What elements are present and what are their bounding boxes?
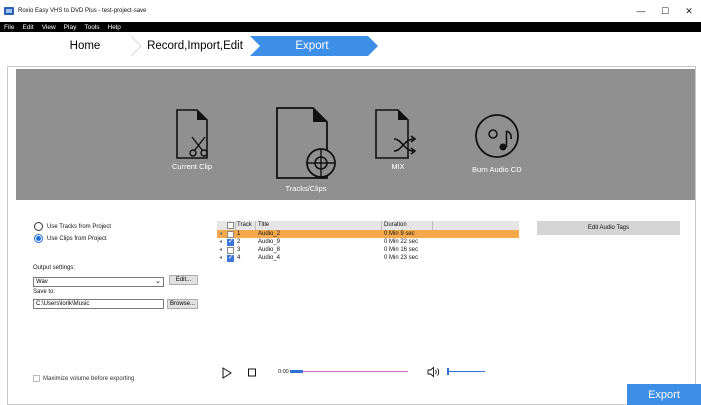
table-header: Track Title Duration bbox=[217, 221, 519, 230]
stop-icon[interactable] bbox=[247, 367, 257, 379]
save-path-input[interactable]: C:\Users\lorik\Music bbox=[33, 299, 164, 309]
row-title: Audio_4 bbox=[258, 255, 281, 261]
use-tracks-radio[interactable] bbox=[34, 222, 43, 231]
seek-bar[interactable] bbox=[290, 371, 408, 372]
tracks-clips-option[interactable]: Tracks/Clips bbox=[275, 107, 337, 193]
table-row[interactable]: ◂ 4 Audio_4 0 Min 23 sec bbox=[217, 254, 519, 262]
minimize-button[interactable]: — bbox=[629, 0, 653, 22]
breadcrumb-home[interactable]: Home bbox=[30, 36, 140, 56]
shuffle-file-icon bbox=[375, 109, 417, 159]
output-format-value: Wav bbox=[36, 279, 48, 285]
export-button[interactable]: Export bbox=[627, 384, 701, 405]
use-tracks-radio-row[interactable]: Use Tracks from Project bbox=[34, 222, 111, 231]
use-clips-radio[interactable] bbox=[34, 234, 43, 243]
breadcrumb-record-import-edit[interactable]: Record,Import,Edit bbox=[140, 36, 250, 56]
column-divider bbox=[235, 221, 236, 230]
current-clip-label: Current Clip bbox=[171, 162, 212, 171]
row-duration: 0 Min 16 sec bbox=[384, 247, 419, 253]
burn-audio-cd-option[interactable]: Burn Audio CD bbox=[472, 113, 522, 174]
menu-file[interactable]: File bbox=[4, 24, 14, 31]
row-title: Audio_2 bbox=[258, 231, 281, 237]
close-button[interactable]: ✕ bbox=[677, 0, 701, 22]
row-expand-icon[interactable]: ◂ bbox=[219, 230, 222, 238]
column-divider bbox=[255, 221, 256, 230]
column-track[interactable]: Track bbox=[237, 221, 252, 230]
row-duration: 0 Min 22 sec bbox=[384, 239, 419, 245]
table-row[interactable]: ◂ 2 Audio_9 0 Min 22 sec bbox=[217, 238, 519, 246]
volume-icon[interactable] bbox=[427, 366, 441, 378]
maximize-button[interactable]: ☐ bbox=[653, 0, 677, 22]
menu-view[interactable]: View bbox=[42, 24, 56, 31]
chevron-down-icon: ⌄ bbox=[155, 278, 161, 285]
maximize-volume-checkbox[interactable] bbox=[33, 375, 40, 382]
menu-bar: File Edit View Play Tools Help bbox=[0, 22, 701, 32]
row-duration: 0 Min 9 sec bbox=[384, 231, 415, 237]
scissors-file-icon bbox=[176, 109, 208, 159]
mix-label: MIX bbox=[391, 162, 405, 171]
browse-button[interactable]: Browse... bbox=[167, 299, 198, 309]
tracks-file-icon bbox=[276, 107, 336, 179]
output-settings-label: Output settings: bbox=[33, 265, 76, 271]
volume-slider-handle[interactable] bbox=[447, 368, 449, 375]
row-title: Audio_9 bbox=[258, 239, 281, 245]
current-clip-option[interactable]: Current Clip bbox=[171, 109, 213, 171]
row-track-number: 1 bbox=[237, 231, 241, 237]
edit-output-button[interactable]: Edit... bbox=[169, 275, 198, 285]
column-divider bbox=[381, 221, 382, 230]
row-duration: 0 Min 23 sec bbox=[384, 255, 419, 261]
column-title[interactable]: Title bbox=[258, 221, 269, 230]
column-divider bbox=[432, 221, 433, 230]
column-duration[interactable]: Duration bbox=[384, 221, 407, 230]
menu-play[interactable]: Play bbox=[64, 24, 77, 31]
music-disc-icon bbox=[474, 114, 519, 158]
table-row[interactable]: ◂ 1 Audio_2 0 Min 9 sec bbox=[217, 230, 519, 238]
title-bar: Roxio Easy VHS to DVD Plus - test-projec… bbox=[0, 0, 701, 22]
row-track-number: 2 bbox=[237, 239, 241, 245]
tracks-table: Track Title Duration ◂ 1 Audio_2 0 Min 9 se… bbox=[217, 221, 519, 262]
breadcrumb: Home Record,Import,Edit Export bbox=[0, 36, 701, 56]
row-title: Audio_8 bbox=[258, 247, 281, 253]
row-checkbox[interactable] bbox=[227, 254, 234, 265]
export-type-panel: Current Clip Tracks/Clips MIX Burn Audio… bbox=[16, 69, 695, 200]
menu-edit[interactable]: Edit bbox=[22, 24, 33, 31]
playback-time: 0:00 bbox=[278, 369, 289, 375]
maximize-volume-row[interactable]: Maximize volume before exporting bbox=[33, 375, 134, 382]
save-to-label: Save to: bbox=[33, 289, 56, 295]
row-track-number: 3 bbox=[237, 247, 241, 253]
row-expand-icon[interactable]: ◂ bbox=[219, 254, 222, 262]
maximize-volume-label: Maximize volume before exporting bbox=[43, 375, 135, 382]
mix-option[interactable]: MIX bbox=[374, 109, 422, 171]
menu-help[interactable]: Help bbox=[108, 24, 121, 31]
window-title: Roxio Easy VHS to DVD Plus - test-projec… bbox=[18, 8, 147, 14]
volume-slider[interactable] bbox=[447, 371, 485, 372]
play-icon[interactable] bbox=[222, 367, 232, 379]
table-row[interactable]: ◂ 3 Audio_8 0 Min 16 sec bbox=[217, 246, 519, 254]
output-format-select[interactable]: Wav ⌄ bbox=[33, 277, 164, 287]
table-body: ◂ 1 Audio_2 0 Min 9 sec ◂ 2 Audio_9 0 Min 22 se… bbox=[217, 230, 519, 262]
app-window: Roxio Easy VHS to DVD Plus - test-projec… bbox=[0, 0, 701, 405]
use-clips-radio-row[interactable]: Use Clips from Project bbox=[34, 234, 107, 243]
row-expand-icon[interactable]: ◂ bbox=[219, 246, 222, 254]
tracks-clips-label: Tracks/Clips bbox=[285, 184, 327, 193]
use-tracks-label: Use Tracks from Project bbox=[47, 223, 112, 230]
seek-bar-progress bbox=[290, 370, 303, 373]
window-controls: — ☐ ✕ bbox=[629, 0, 701, 22]
burn-audio-cd-label: Burn Audio CD bbox=[472, 165, 522, 174]
app-logo-icon bbox=[4, 7, 14, 15]
use-clips-label: Use Clips from Project bbox=[47, 235, 107, 242]
row-expand-icon[interactable]: ◂ bbox=[219, 238, 222, 246]
row-track-number: 4 bbox=[237, 255, 241, 261]
breadcrumb-export[interactable]: Export bbox=[250, 36, 374, 56]
edit-audio-tags-button[interactable]: Edit Audio Tags bbox=[537, 221, 680, 235]
menu-tools[interactable]: Tools bbox=[84, 24, 99, 31]
